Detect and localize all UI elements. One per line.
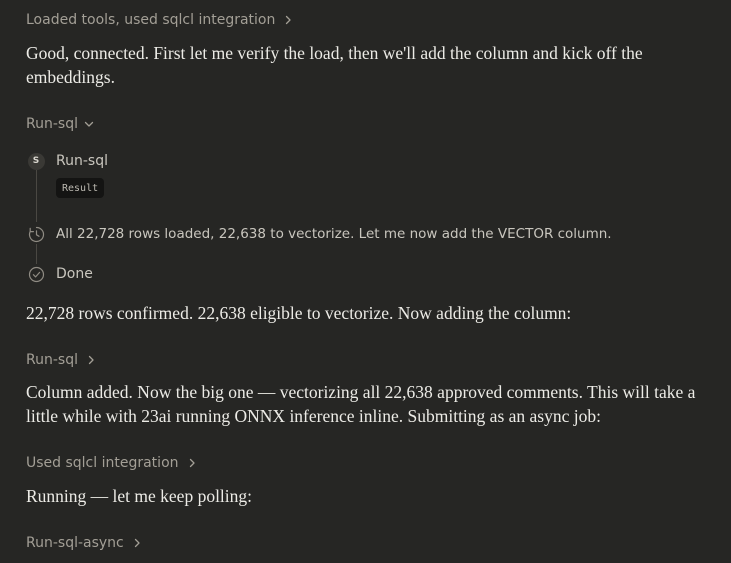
step-done-label: Done [56, 266, 93, 282]
assistant-message: Column added. Now the big one — vectoriz… [26, 382, 696, 426]
check-circle-icon [27, 265, 45, 283]
tools-summary-toggle[interactable]: Loaded tools, used sqlcl integration [26, 9, 293, 31]
run-sql-toggle[interactable]: Run-sql [26, 113, 94, 135]
assistant-message: 22,728 rows confirmed. 22,638 eligible t… [26, 303, 572, 323]
tool-call-label: Run-sql [26, 352, 78, 368]
tools-summary-label: Loaded tools, used sqlcl integration [26, 12, 276, 28]
clock-icon [27, 225, 45, 243]
timeline-connector [36, 244, 37, 264]
tool-call-label: Run-sql [26, 116, 78, 132]
chevron-right-icon [132, 538, 142, 548]
timeline-connector [36, 170, 37, 222]
integration-summary-toggle[interactable]: Used sqlcl integration [26, 452, 197, 474]
sql-badge-icon: S [27, 152, 45, 170]
step-icon: S [27, 152, 45, 170]
chevron-right-icon [283, 15, 293, 25]
chevron-down-icon [84, 119, 94, 129]
chevron-right-icon [86, 355, 96, 365]
result-button[interactable]: Result [56, 178, 105, 198]
chevron-right-icon [187, 458, 197, 468]
step-thinking-text: All 22,728 rows loaded, 22,638 to vector… [56, 226, 612, 242]
step-label: Run-sql [56, 153, 108, 169]
tool-call-label: Used sqlcl integration [26, 455, 179, 471]
run-sql-toggle[interactable]: Run-sql [26, 349, 96, 371]
assistant-message: Running — let me keep polling: [26, 486, 253, 506]
tool-call-label: Run-sql-async [26, 535, 124, 551]
run-sql-async-toggle[interactable]: Run-sql-async [26, 532, 142, 554]
assistant-message: Good, connected. First let me verify the… [26, 43, 643, 87]
